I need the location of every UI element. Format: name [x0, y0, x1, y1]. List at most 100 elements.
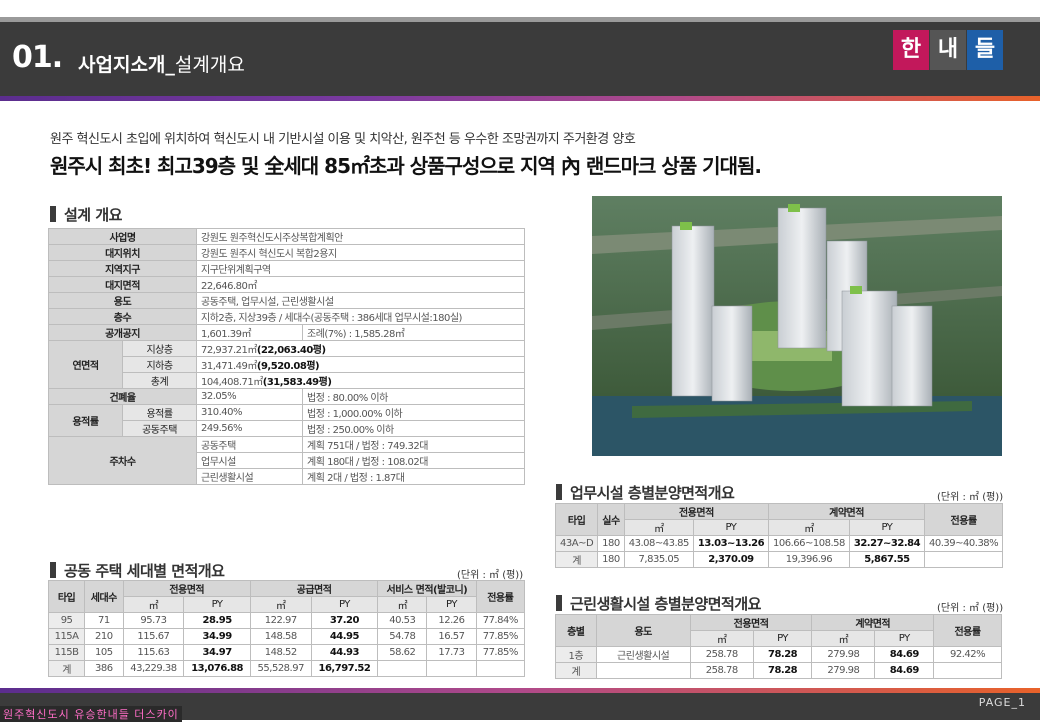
table-cell: 106.66~108.58: [768, 535, 850, 552]
table-header-cell: 층수: [48, 308, 197, 325]
intro-text: 원주 혁신도시 초입에 위치하여 혁신도시 내 기반시설 이용 및 치악산, 원…: [50, 132, 636, 147]
table-cell: 16,797.52: [310, 660, 379, 677]
table-header-cell: 사업명: [48, 228, 197, 245]
table-cell: 34.99: [183, 628, 251, 645]
table-cell: 1층: [555, 646, 597, 663]
table-cell: [933, 662, 1002, 679]
table-cell: 95.73: [122, 612, 185, 629]
table-cell: 72,937.21㎡(22,063.40평): [196, 340, 525, 357]
table-header-cell: 공개공지: [48, 324, 197, 341]
table-row: 건폐율 32.05% 법정 : 80.00% 이하: [48, 388, 525, 405]
table-row: 95 71 95.73 28.95 122.97 37.20 40.53 12.26 77.84…: [47, 612, 526, 629]
table-cell: 32.05%: [196, 388, 303, 405]
headline: 원주시 최초! 최고39층 및 全세대 85㎡초과 상품구성으로 지역 內 랜드…: [50, 154, 762, 178]
table-cell: 78.28: [752, 646, 813, 663]
section-number: 01.: [12, 40, 63, 75]
table-cell: 13.03~13.26: [692, 535, 770, 552]
table-cell: 37.20: [310, 612, 379, 629]
table-cell: 95: [47, 612, 86, 629]
table-cell: 44.93: [310, 644, 379, 661]
table-cell: 1,601.39㎡: [196, 324, 303, 341]
table-cell: 계획 751대 / 법정 : 749.32대: [302, 436, 525, 453]
table-row: 지역지구 지구단위계획구역: [48, 260, 525, 277]
table-row: 계 386 43,229.38 13,076.88 55,528.97 16,797.52: [47, 660, 526, 677]
table-cell: 210: [84, 628, 124, 645]
table-cell: 법정 : 80.00% 이하: [302, 388, 525, 405]
header-stripe: [0, 96, 1040, 101]
table-cell: 업무시설: [196, 452, 303, 469]
table-cell: 279.98: [811, 646, 876, 663]
table-row: 연면적 지상층 72,937.21㎡(22,063.40평): [48, 340, 525, 389]
table-cell: 84.69: [874, 662, 935, 679]
table-cell: [924, 551, 1004, 568]
table-row: 층수 지하2층, 지상39층 / 세대수(공동주택 : 386세대 업무시설:18…: [48, 308, 525, 325]
table-row: 대지위치 강원도 원주시 혁신도시 복합2용지: [48, 244, 525, 261]
table-cell: 32.27~32.84: [848, 535, 926, 552]
table-cell: 258.78: [689, 662, 754, 679]
table-row: 사업명 강원도 원주혁신도시주상복합계획안: [48, 228, 525, 245]
retail-table: 층별 용도 전용면적 계약면적 전용률 ㎡ PY ㎡ PY 1층 근린생활시설 258.…: [555, 614, 1002, 679]
table-cell: 근린생활시설: [196, 468, 303, 485]
table-cell: 279.98: [811, 662, 876, 679]
table-header-cell: 지상층: [122, 340, 197, 357]
table-row: 용도 공동주택, 업무시설, 근린생활시설: [48, 292, 525, 309]
complex-rendering-image: [592, 196, 1002, 456]
table-cell: 386: [84, 660, 124, 677]
table-cell: 공동주택, 업무시설, 근린생활시설: [196, 292, 525, 309]
area-pyeong: (31,583.49평): [262, 377, 332, 388]
table-header-cell: 지하층: [122, 356, 197, 373]
page-header: 01. 사업지소개_설계개요: [0, 22, 1040, 96]
table-row: 공개공지 1,601.39㎡ 조례(7%) : 1,585.28㎡: [48, 324, 525, 341]
table-cell: 지구단위계획구역: [196, 260, 525, 277]
table-cell: 55,528.97: [249, 660, 312, 677]
retail-heading: 근린생활시설 층별분양면적개요: [556, 593, 761, 614]
area-pyeong: (22,063.40평): [256, 345, 326, 356]
table-cell: 12.26: [426, 612, 477, 629]
table-cell: 5,867.55: [848, 551, 926, 568]
table-cell: [475, 660, 526, 677]
office-heading: 업무시설 층별분양면적개요: [556, 482, 735, 503]
table-cell: 104,408.71㎡(31,583.49평): [196, 372, 525, 389]
table-header-cell: 용적률: [122, 404, 197, 421]
table-cell: 258.78: [689, 646, 754, 663]
table-cell: 강원도 원주혁신도시주상복합계획안: [196, 228, 525, 245]
table-row: 계 258.78 78.28 279.98 84.69: [555, 662, 1002, 679]
table-cell: 43A~D: [554, 535, 599, 552]
table-cell: 계획 180대 / 법정 : 108.02대: [302, 452, 525, 469]
table-header-cell: 총계: [122, 372, 197, 389]
brand-logo-han: 한: [893, 30, 929, 70]
office-table: 타입 실수 전용면적 계약면적 전용률 ㎡ PY ㎡ PY 43A~D 180 43.0…: [554, 503, 1004, 568]
table-header-cell: 용도: [48, 292, 197, 309]
table-cell: 115A: [47, 628, 86, 645]
table-cell: 54.78: [377, 628, 428, 645]
table-cell: 17.73: [426, 644, 477, 661]
table-cell: 계: [47, 660, 86, 677]
table-cell: 180: [597, 535, 625, 552]
housing-table: 타입 세대수 전용면적 공급면적 서비스 면적(발코니) 전용률 ㎡ PY ㎡ PY…: [47, 580, 526, 677]
table-cell: 강원도 원주시 혁신도시 복합2용지: [196, 244, 525, 261]
table-cell: 31,471.49㎡(9,520.08평): [196, 356, 525, 373]
area-sqm: 31,471.49㎡: [201, 361, 257, 372]
table-cell: 7,835.05: [623, 551, 694, 568]
table-cell: 77.85%: [475, 628, 526, 645]
table-cell: 249.56%: [196, 420, 303, 437]
complex-rendering: [592, 196, 1002, 456]
table-row: 115B 105 115.63 34.97 148.52 44.93 58.62 17.73 7…: [47, 644, 526, 661]
office-unit: (단위 : ㎡ (평)): [937, 492, 1004, 503]
table-cell: 40.53: [377, 612, 428, 629]
table-cell: 115B: [47, 644, 86, 661]
overview-table: 사업명 강원도 원주혁신도시주상복합계획안 대지위치 강원도 원주시 혁신도시 복합2…: [48, 228, 525, 485]
page-number: PAGE_1: [978, 696, 1026, 709]
table-header-cell: 주차수: [48, 436, 197, 485]
table-cell: 16.57: [426, 628, 477, 645]
brand-logo-deul: 들: [967, 30, 1003, 70]
page-title: 사업지소개_설계개요: [78, 54, 245, 76]
area-pyeong: (9,520.08평): [256, 361, 320, 372]
table-cell: 122.97: [249, 612, 312, 629]
table-row: 1층 근린생활시설 258.78 78.28 279.98 84.69 92.42%: [555, 646, 1002, 663]
table-cell: 13,076.88: [183, 660, 251, 677]
table-cell: 조례(7%) : 1,585.28㎡: [302, 324, 525, 341]
table-cell: 28.95: [183, 612, 251, 629]
table-cell: 77.84%: [475, 612, 526, 629]
table-row: 115A 210 115.67 34.99 148.58 44.95 54.78 16.57 7…: [47, 628, 526, 645]
